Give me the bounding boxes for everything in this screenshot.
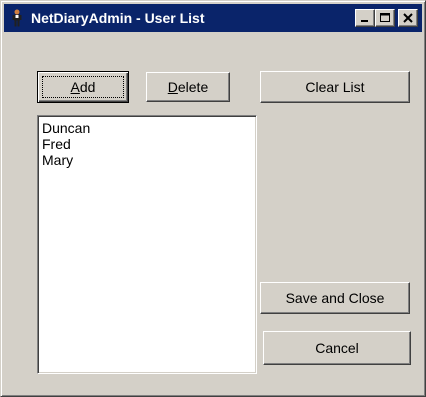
add-button[interactable]: Add <box>37 71 129 103</box>
list-item[interactable]: Fred <box>41 136 253 152</box>
list-item[interactable]: Mary <box>41 152 253 168</box>
list-item[interactable]: Duncan <box>41 120 253 136</box>
user-figure-icon[interactable] <box>10 9 24 27</box>
maximize-button[interactable] <box>375 9 395 27</box>
add-button-label: Add <box>70 79 96 95</box>
save-and-close-button[interactable]: Save and Close <box>260 282 410 314</box>
cancel-button[interactable]: Cancel <box>263 331 411 365</box>
user-listbox[interactable]: Duncan Fred Mary <box>37 115 257 374</box>
title-bar[interactable]: NetDiaryAdmin - User List <box>4 4 422 32</box>
save-and-close-label: Save and Close <box>285 290 385 306</box>
user-list-window: NetDiaryAdmin - User List Add Delete Cle… <box>0 0 426 397</box>
cancel-label: Cancel <box>315 340 359 356</box>
delete-button[interactable]: Delete <box>146 72 230 102</box>
window-title: NetDiaryAdmin - User List <box>31 10 205 26</box>
close-button[interactable] <box>398 9 418 27</box>
clear-list-button[interactable]: Clear List <box>260 71 410 103</box>
delete-button-label: Delete <box>167 79 209 95</box>
clear-list-label: Clear List <box>305 79 365 95</box>
minimize-button[interactable] <box>355 9 375 27</box>
